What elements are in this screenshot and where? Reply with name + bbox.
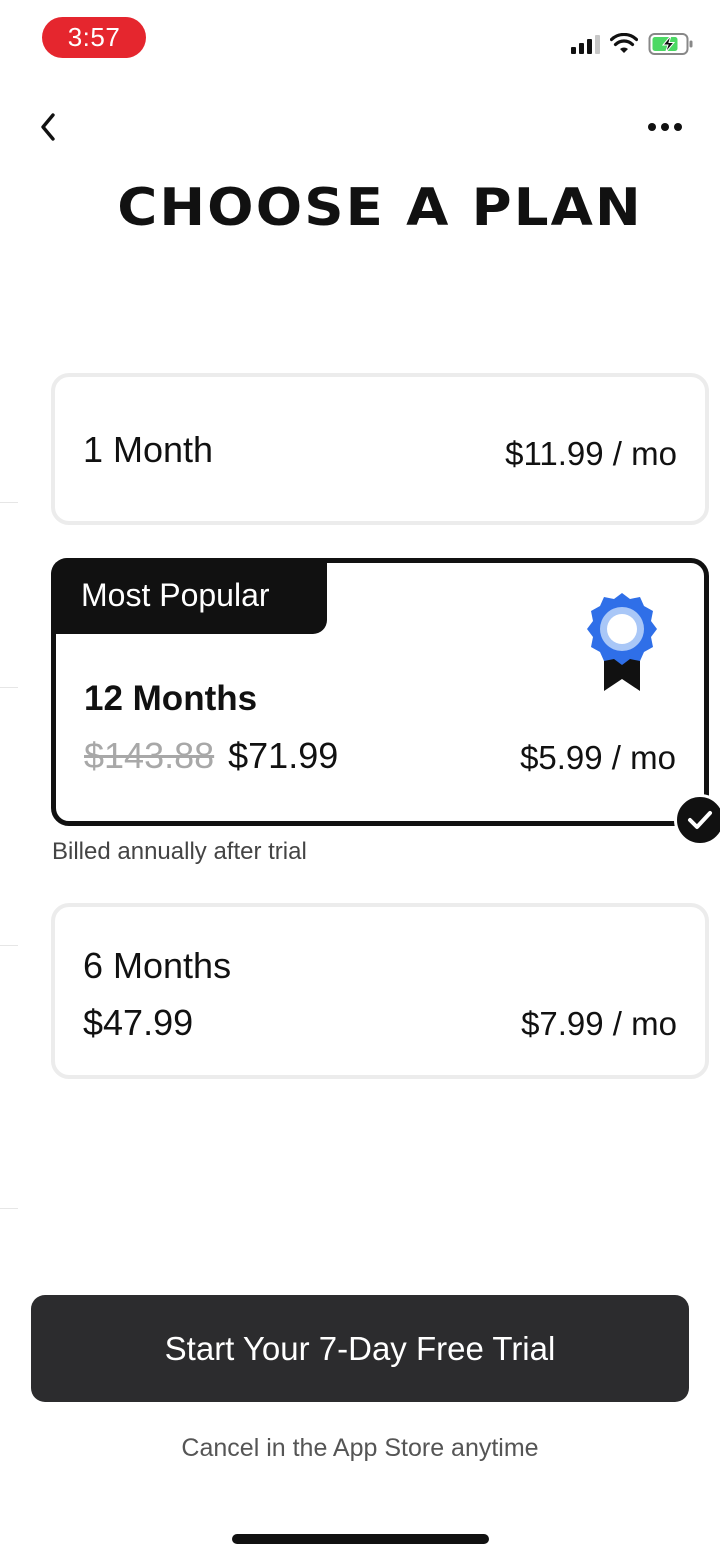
plan-total-price: $47.99 (83, 1002, 194, 1043)
back-button[interactable] (28, 105, 68, 149)
status-icons (571, 29, 694, 59)
plan-name: 1 Month (83, 429, 214, 470)
plan-price-per-month: $11.99 / mo (505, 435, 677, 472)
page-title: CHOOSE A PLAN (117, 178, 643, 238)
home-indicator[interactable] (232, 1534, 489, 1544)
checkmark-icon (688, 811, 712, 829)
plan-card-6-months[interactable]: 6 Months $47.99 $7.99 / mo (51, 903, 709, 1079)
plan-name: 12 Months (84, 679, 258, 718)
plan-card-12-months[interactable]: Most Popular 12 Months $143.88 $71.99 $5.… (51, 558, 720, 846)
signal-icon (571, 34, 600, 54)
wifi-icon (610, 33, 638, 53)
selected-check (674, 794, 720, 846)
edge-divider (0, 502, 18, 503)
start-free-trial-button[interactable]: Start Your 7-Day Free Trial (31, 1295, 689, 1402)
original-price: $143.88 (84, 735, 215, 776)
chevron-left-icon (41, 113, 55, 141)
status-time: 3:57 (42, 17, 146, 58)
plan-total-price-row: $143.88 $71.99 (84, 735, 338, 777)
edge-divider (0, 1208, 18, 1209)
edge-divider (0, 687, 18, 688)
discounted-price: $71.99 (228, 735, 339, 776)
more-horizontal-icon (648, 123, 656, 131)
paywall-screen: 3:57 CHOOSE A PLAN 1 Month $11.99 / mo M… (0, 0, 720, 1560)
more-options-button[interactable] (640, 110, 690, 144)
award-ribbon-icon (587, 593, 657, 691)
billing-note: Billed annually after trial (52, 838, 307, 865)
cancel-note: Cancel in the App Store anytime (181, 1434, 539, 1462)
most-popular-badge: Most Popular (51, 558, 327, 634)
plan-card-1-month[interactable]: 1 Month $11.99 / mo (51, 373, 709, 525)
plan-price-per-month: $5.99 / mo (520, 739, 676, 776)
edge-divider (0, 945, 18, 946)
battery-charging-icon (648, 33, 693, 55)
plan-price-per-month: $7.99 / mo (521, 1005, 677, 1042)
plan-name: 6 Months (83, 945, 232, 986)
